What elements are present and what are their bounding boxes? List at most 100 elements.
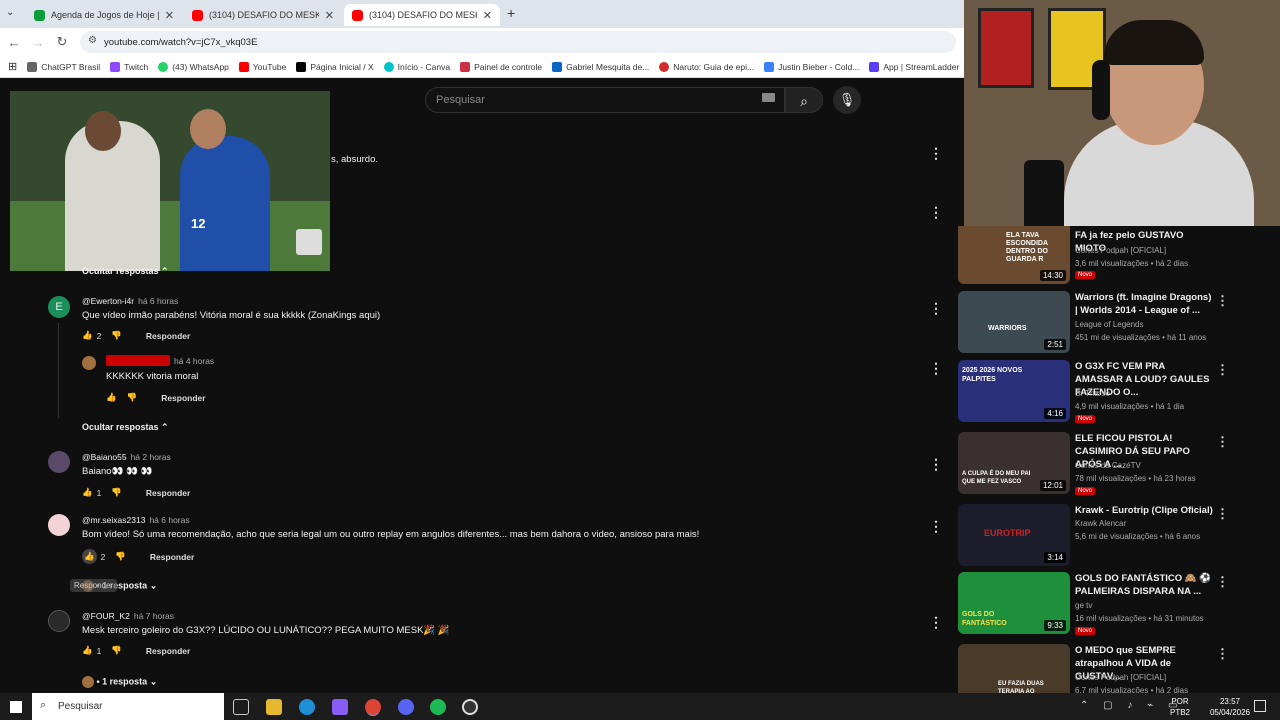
dislike-icon[interactable]: 👎 — [127, 392, 138, 403]
tab-youtube-active[interactable]: (3104) DESAFIO DO MESK: ANDI ✕ — [344, 4, 500, 26]
video-card[interactable]: 2025 2026 NOVOS PALPITES 4:16 O G3X FC VE… — [958, 360, 1280, 424]
bookmark[interactable]: Página Inicial / X — [296, 61, 374, 72]
bookmark[interactable]: YouTube — [238, 61, 286, 72]
file-explorer-icon[interactable] — [266, 699, 282, 715]
comment-menu-icon[interactable]: ⋮ — [929, 615, 943, 629]
close-tab-icon[interactable]: ✕ — [325, 9, 334, 22]
bookmark[interactable]: Justin Bieber - Cold... — [764, 61, 859, 72]
like-icon[interactable]: 👍 — [82, 330, 93, 341]
video-card[interactable]: EU FAZIA DUAS TERAPIA AO O MEDO que SEMP… — [958, 644, 1280, 694]
bookmark[interactable]: Naruto: Guia de epi... — [659, 61, 754, 72]
video-menu-icon[interactable]: ⋮ — [1216, 574, 1229, 590]
video-card[interactable]: GOLS DO FANTÁSTICO 9:33 GOLS DO FANTÁSTIC… — [958, 572, 1280, 636]
reply-time[interactable]: há 4 horas — [174, 356, 214, 366]
like-icon[interactable]: 👍 — [82, 645, 93, 656]
system-tray-icons[interactable]: ⌃ ▢ ♪ ⌁ ▭ — [1080, 700, 1183, 711]
like-icon[interactable]: 👍 — [82, 549, 97, 564]
video-menu-icon[interactable]: ⋮ — [1216, 434, 1229, 450]
avatar[interactable] — [48, 451, 70, 473]
video-card[interactable]: ELA TAVA ESCONDIDA DENTRO DO GUARDA R 14:… — [958, 226, 1280, 286]
comment-menu-icon[interactable]: ⋮ — [929, 361, 943, 375]
taskbar-search[interactable]: ⌕ Pesquisar — [32, 693, 224, 720]
view-replies-button[interactable]: • 1 resposta ⌄ — [82, 676, 157, 688]
comment-menu-icon[interactable]: ⋮ — [929, 301, 943, 315]
close-tab-icon[interactable]: ✕ — [165, 9, 174, 22]
video-thumbnail[interactable]: GOLS DO FANTÁSTICO 9:33 — [958, 572, 1070, 634]
reply-button[interactable]: Responder — [146, 488, 190, 498]
forward-icon[interactable]: → — [26, 35, 50, 50]
reload-icon[interactable]: ↻ — [50, 34, 74, 50]
copilot-icon[interactable] — [332, 699, 348, 715]
video-title[interactable]: Warriors (ft. Imagine Dragons) | Worlds … — [1075, 291, 1215, 317]
creator-badge[interactable] — [106, 355, 170, 366]
reply-button[interactable]: Responder — [146, 646, 190, 656]
clock[interactable]: 23:57 05/04/2026 — [1210, 696, 1250, 718]
comment-menu-icon[interactable]: ⋮ — [929, 205, 943, 219]
dislike-icon[interactable]: 👎 — [111, 330, 122, 341]
bookmark[interactable]: Gabriel Mesquita de... — [552, 61, 649, 72]
tab-ge[interactable]: Agenda de Jogos de Hoje | ge ✕ — [26, 4, 182, 26]
video-channel[interactable]: Cortes da CazéTV — [1075, 461, 1141, 470]
comment-time[interactable]: há 6 horas — [149, 515, 189, 525]
video-card[interactable]: EUROTRIP 3:14 Krawk - Eurotrip (Clipe Ofi… — [958, 504, 1280, 568]
video-channel[interactable]: Cortes Podpah [OFICIAL] — [1075, 246, 1166, 255]
avatar[interactable] — [48, 610, 70, 632]
edge-icon[interactable] — [299, 699, 315, 715]
bookmark[interactable]: Início - Canva — [383, 61, 450, 72]
video-menu-icon[interactable]: ⋮ — [1216, 646, 1229, 662]
url-field[interactable]: ⚙ youtube.com/watch?v=jC7x_vkq03E — [80, 31, 956, 53]
video-thumbnail[interactable]: EUROTRIP 3:14 — [958, 504, 1070, 566]
bookmark[interactable]: Painel de controle — [460, 61, 542, 72]
comment-time[interactable]: há 2 horas — [131, 452, 171, 462]
video-thumbnail[interactable]: WARRIORS 2:51 — [958, 291, 1070, 353]
video-card[interactable]: WARRIORS 2:51 Warriors (ft. Imagine Drago… — [958, 291, 1280, 355]
avatar[interactable] — [48, 514, 70, 536]
site-info-icon[interactable]: ⚙ — [88, 35, 97, 46]
video-menu-icon[interactable]: ⋮ — [1216, 293, 1229, 309]
comment-author[interactable]: @FOUR_K2 — [82, 611, 130, 621]
hide-replies-button[interactable]: Ocultar respostas ⌃ — [82, 266, 169, 277]
video-title[interactable]: GOLS DO FANTÁSTICO 🙈 ⚽ PALMEIRAS DISPARA… — [1075, 572, 1215, 598]
chrome-icon[interactable] — [365, 699, 381, 715]
discord-icon[interactable] — [398, 699, 414, 715]
apps-grid-icon[interactable]: ⊞ — [8, 60, 17, 73]
keyboard-icon[interactable] — [762, 93, 775, 102]
tab-youtube-1[interactable]: (3104) DESAFIO DO MESK: ANDI ✕ — [184, 4, 342, 26]
reply-button[interactable]: Responder — [150, 552, 194, 562]
video-channel[interactable]: ge tv — [1075, 601, 1092, 610]
obs-icon[interactable] — [462, 699, 478, 715]
dislike-icon[interactable]: 👎 — [115, 551, 126, 562]
spotify-icon[interactable] — [430, 699, 446, 715]
video-channel[interactable]: Krawk Alencar — [1075, 519, 1126, 528]
avatar[interactable] — [82, 356, 96, 370]
language-indicator[interactable]: POR PTB2 — [1170, 696, 1190, 718]
mini-player[interactable]: 12 — [10, 91, 330, 271]
comment-author[interactable]: @Baiano55 — [82, 452, 127, 462]
video-channel[interactable]: Cortes Podpah [OFICIAL] — [1075, 673, 1166, 682]
like-icon[interactable]: 👍 — [106, 392, 117, 403]
back-icon[interactable]: ← — [2, 35, 26, 50]
comment-menu-icon[interactable]: ⋮ — [929, 457, 943, 471]
video-title[interactable]: Krawk - Eurotrip (Clipe Oficial) — [1075, 504, 1215, 517]
dislike-icon[interactable]: 👎 — [111, 645, 122, 656]
comment-menu-icon[interactable]: ⋮ — [929, 146, 943, 160]
avatar[interactable]: E — [48, 296, 70, 318]
new-tab-button[interactable]: + — [507, 5, 515, 21]
hide-replies-button[interactable]: Ocultar respostas ⌃ — [82, 422, 169, 433]
video-thumbnail[interactable]: ELA TAVA ESCONDIDA DENTRO DO GUARDA R 14:… — [958, 226, 1070, 284]
notifications-icon[interactable] — [1254, 700, 1266, 712]
video-card[interactable]: A CULPA É DO MEU PAI QUE ME FEZ VASCO 12:… — [958, 432, 1280, 496]
bookmark[interactable]: ChatGPT Brasil — [27, 61, 100, 72]
comment-time[interactable]: há 7 horas — [134, 611, 174, 621]
bookmark[interactable]: Twitch — [110, 61, 148, 72]
video-thumbnail[interactable]: A CULPA É DO MEU PAI QUE ME FEZ VASCO 12:… — [958, 432, 1070, 494]
video-channel[interactable]: League of Legends — [1075, 320, 1144, 329]
search-input[interactable]: Pesquisar — [425, 87, 785, 113]
video-menu-icon[interactable]: ⋮ — [1216, 362, 1229, 378]
windows-start-icon[interactable] — [10, 701, 22, 713]
search-button[interactable]: ⌕ — [785, 87, 823, 113]
task-view-icon[interactable] — [233, 699, 249, 715]
comment-author[interactable]: @mr.seixas2313 — [82, 515, 145, 525]
video-thumbnail[interactable]: 2025 2026 NOVOS PALPITES 4:16 — [958, 360, 1070, 422]
dislike-icon[interactable]: 👎 — [111, 487, 122, 498]
